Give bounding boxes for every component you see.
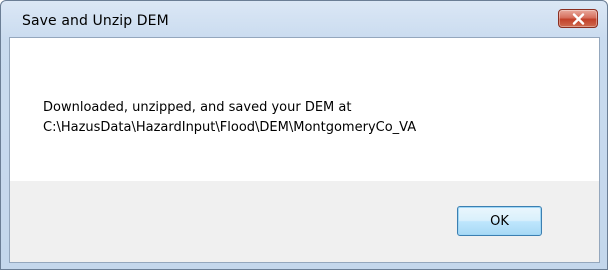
title-bar[interactable]: Save and Unzip DEM	[1, 1, 607, 37]
dialog-window: Save and Unzip DEM Downloaded, unzipped,…	[0, 0, 608, 270]
message-text: Downloaded, unzipped, and saved your DEM…	[43, 98, 416, 138]
dialog-title: Save and Unzip DEM	[22, 13, 169, 29]
close-icon	[572, 13, 585, 25]
dialog-body: Downloaded, unzipped, and saved your DEM…	[9, 37, 600, 263]
message-line-1: Downloaded, unzipped, and saved your DEM…	[43, 100, 352, 115]
ok-button[interactable]: OK	[457, 206, 542, 236]
message-line-2: C:\HazusData\HazardInput\Flood\DEM\Montg…	[43, 120, 417, 135]
close-button[interactable]	[558, 9, 598, 28]
message-area: Downloaded, unzipped, and saved your DEM…	[10, 38, 599, 181]
